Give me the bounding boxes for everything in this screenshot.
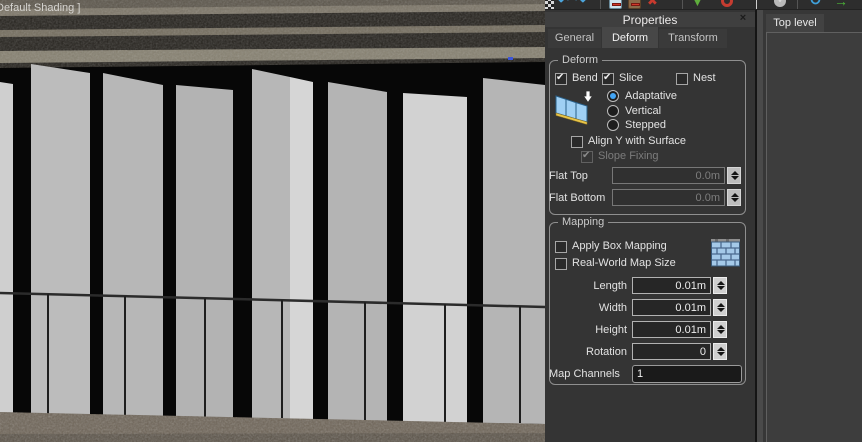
toolbar-separator — [797, 0, 798, 10]
length-spinner[interactable] — [713, 277, 727, 294]
redo-icon[interactable]: ↷ — [575, 0, 586, 8]
nest-label: Nest — [693, 72, 716, 84]
spinner-down[interactable] — [717, 286, 725, 290]
viewport-shading-label: Default Shading ] — [0, 2, 80, 14]
length-label: Length — [545, 280, 627, 292]
flat-bottom-label: Flat Bottom — [549, 192, 605, 204]
tab-general[interactable]: General — [548, 29, 601, 48]
close-icon[interactable]: × — [737, 12, 749, 25]
spinner-up[interactable] — [717, 281, 725, 285]
arrow-down-icon[interactable]: ▼ — [692, 0, 703, 10]
delete-icon[interactable]: ✖ — [647, 0, 658, 8]
stepped-label: Stepped — [625, 119, 666, 131]
flat-top-label: Flat Top — [549, 170, 588, 182]
slice-label: Slice — [619, 72, 643, 84]
length-field[interactable] — [632, 277, 711, 294]
outliner-panel: Top level — [763, 10, 862, 442]
refresh-icon[interactable]: ↻ — [809, 0, 822, 8]
application-window: Default Shading ] ↶ ↷ ✖ ▼ + ↻ → Properti… — [0, 0, 862, 442]
add-sphere-icon[interactable]: + — [774, 0, 786, 7]
bend-checkbox[interactable]: ✔ — [555, 73, 567, 85]
rotation-field[interactable] — [632, 343, 711, 360]
flat-top-spinner — [727, 167, 741, 184]
rotation-label: Rotation — [545, 346, 627, 358]
viewport-3d[interactable]: Default Shading ] — [0, 0, 545, 442]
remove-material-icon[interactable] — [628, 0, 641, 9]
align-y-label: Align Y with Surface — [588, 135, 686, 147]
properties-panel: Properties × General Deform Transform De… — [545, 10, 755, 442]
undo-icon[interactable]: ↶ — [558, 0, 569, 8]
slope-fixing-checkbox: ✔ — [581, 151, 593, 163]
spinner-up[interactable] — [717, 325, 725, 329]
properties-titlebar: Properties × — [545, 12, 755, 27]
stepped-radio[interactable] — [607, 119, 619, 131]
spinner-up[interactable] — [717, 303, 725, 307]
spinner-down[interactable] — [717, 308, 725, 312]
tab-transform[interactable]: Transform — [659, 29, 727, 48]
deform-group-label: Deform — [558, 54, 602, 66]
main-toolbar: ↶ ↷ ✖ ▼ + ↻ → — [545, 0, 862, 10]
adaptative-label: Adaptative — [625, 90, 677, 102]
width-field[interactable] — [632, 299, 711, 316]
check-icon: ✔ — [556, 72, 564, 83]
panel-title: Properties — [545, 13, 755, 27]
mapping-group-label: Mapping — [558, 216, 608, 228]
vertical-radio[interactable] — [607, 105, 619, 117]
slope-fixing-label: Slope Fixing — [598, 150, 659, 162]
pattern-icon[interactable] — [545, 0, 554, 10]
nest-checkbox[interactable] — [676, 73, 688, 85]
map-channels-field[interactable] — [632, 365, 742, 383]
spinner-down[interactable] — [717, 352, 725, 356]
tab-top-level[interactable]: Top level — [766, 14, 824, 32]
width-spinner[interactable] — [713, 299, 727, 316]
tab-deform[interactable]: Deform — [602, 27, 658, 48]
rotation-spinner[interactable] — [713, 343, 727, 360]
toolbar-separator — [600, 0, 601, 10]
flat-bottom-spinner — [727, 189, 741, 206]
align-y-checkbox[interactable] — [571, 136, 583, 148]
height-spinner[interactable] — [713, 321, 727, 338]
forbid-icon[interactable] — [721, 0, 733, 7]
check-icon: ✔ — [603, 72, 611, 83]
bend-label: Bend — [572, 72, 598, 84]
viewport-render — [0, 0, 545, 442]
bend-slope-icon — [553, 88, 595, 128]
toolbar-separator — [682, 0, 683, 10]
check-icon: ✔ — [582, 150, 590, 161]
width-label: Width — [545, 302, 627, 314]
slice-checkbox[interactable]: ✔ — [602, 73, 614, 85]
adaptative-radio[interactable] — [607, 90, 619, 102]
panel-divider[interactable] — [755, 10, 763, 442]
outliner-tree[interactable] — [766, 32, 862, 442]
vertical-label: Vertical — [625, 105, 661, 117]
flat-bottom-field — [612, 189, 725, 206]
box-mapping-icon[interactable] — [711, 239, 740, 267]
height-field[interactable] — [632, 321, 711, 338]
apply-box-mapping-label: Apply Box Mapping — [572, 240, 667, 252]
apply-box-mapping-checkbox[interactable] — [555, 241, 567, 253]
real-world-map-size-checkbox[interactable] — [555, 258, 567, 270]
toolbar-separator — [756, 0, 757, 10]
export-icon[interactable]: → — [834, 0, 848, 8]
remove-object-icon[interactable] — [609, 0, 622, 9]
flat-top-field — [612, 167, 725, 184]
height-label: Height — [545, 324, 627, 336]
spinner-down[interactable] — [717, 330, 725, 334]
spinner-up[interactable] — [717, 347, 725, 351]
real-world-map-size-label: Real-World Map Size — [572, 257, 676, 269]
map-channels-label: Map Channels — [549, 368, 620, 380]
